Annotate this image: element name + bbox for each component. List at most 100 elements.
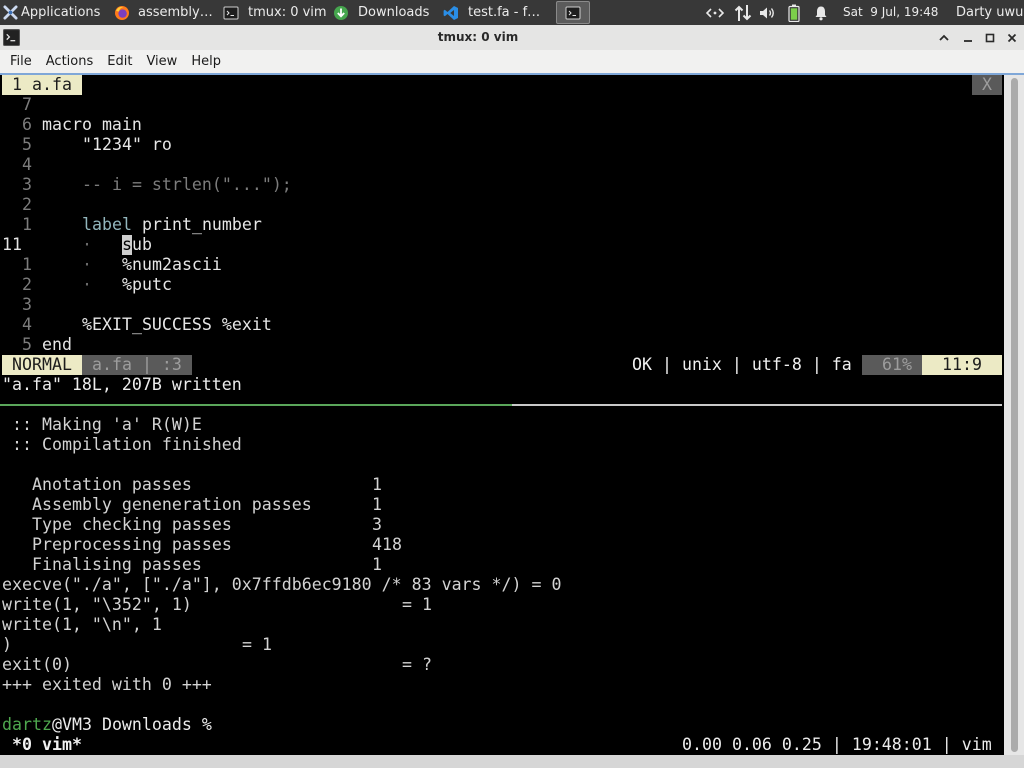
pass-count: 3 xyxy=(372,515,382,534)
task-button-terminal-active[interactable] xyxy=(556,1,590,24)
window-bottom-border xyxy=(0,755,1024,768)
xfce-logo-icon xyxy=(3,5,18,20)
strace-line: ) = 1 xyxy=(2,635,1002,655)
volume-indicator[interactable] xyxy=(759,0,779,25)
code-text: ub xyxy=(132,235,152,254)
notifications-indicator[interactable] xyxy=(813,0,831,25)
pane-border-inactive xyxy=(512,404,1002,406)
strace-line: write(1, "\n", 1 xyxy=(2,615,1002,635)
line-number: 2 xyxy=(22,195,32,214)
minimize-button[interactable] xyxy=(958,28,978,47)
build-message: :: Compilation finished xyxy=(12,435,242,454)
line-number: 3 xyxy=(22,295,32,314)
line-number: 1 xyxy=(22,255,32,274)
vim-line-current[interactable]: 11 · s ub xyxy=(2,235,1002,255)
syscall: execve("./a", ["./a"], 0x7ffdb6ec9180 /*… xyxy=(2,575,562,594)
vim-line[interactable]: 3 xyxy=(2,295,1002,315)
menu-file[interactable]: File xyxy=(3,50,39,73)
vim-line[interactable]: 1 · %num2ascii xyxy=(2,255,1002,275)
vim-line[interactable]: 2 · %putc xyxy=(2,275,1002,295)
vim-line[interactable]: 6 macro main xyxy=(2,115,1002,135)
indent-guide: · xyxy=(82,255,92,274)
terminal-icon xyxy=(223,6,239,19)
terminal-grid[interactable]: 1 a.fa X 7 6 macro main 5 "1234" ro 4 3 … xyxy=(0,75,1002,755)
network-indicator[interactable] xyxy=(705,0,727,25)
menu-actions[interactable]: Actions xyxy=(39,50,101,73)
menu-view[interactable]: View xyxy=(139,50,184,73)
menu-help[interactable]: Help xyxy=(184,50,228,73)
window-titlebar[interactable]: tmux: 0 vim xyxy=(0,25,1024,50)
syscall: exit(0) xyxy=(2,655,72,674)
code-text: print_number xyxy=(142,215,262,234)
task-button-downloads[interactable]: Downloads xyxy=(330,0,438,25)
panel-clock[interactable]: Sat 9 Jul, 19:48 xyxy=(843,0,938,25)
close-button[interactable] xyxy=(1002,28,1022,47)
menu-bar: File Actions Edit View Help xyxy=(0,50,1024,73)
line-number: 4 xyxy=(22,155,32,174)
pass-name: Anotation passes xyxy=(32,475,192,494)
pass-name: Assembly geneneration passes xyxy=(32,495,312,514)
code-comment: -- i = strlen("..."); xyxy=(82,175,292,194)
maximize-icon xyxy=(985,33,995,42)
code-keyword: label xyxy=(82,215,132,234)
vim-statusline: NORMAL a.fa | :3 OK | unix | utf-8 | fa … xyxy=(2,355,1002,375)
code-text: "1234" ro xyxy=(82,135,172,154)
prompt-user: dartz xyxy=(2,715,52,734)
vim-line[interactable]: 5 end xyxy=(2,335,1002,355)
panel-user-menu[interactable]: Darty uwu xyxy=(956,0,1023,25)
tmux-pane-border[interactable] xyxy=(0,395,1002,415)
vim-tabline: 1 a.fa X xyxy=(2,75,1002,95)
vim-mode: NORMAL xyxy=(2,355,82,375)
vim-line[interactable]: 4 %EXIT_SUCCESS %exit xyxy=(2,315,1002,335)
shade-button[interactable] xyxy=(934,28,954,47)
terminal-icon xyxy=(565,6,581,19)
vim-line[interactable]: 3 -- i = strlen("..."); xyxy=(2,175,1002,195)
prompt-host-dir: @VM3 Downloads % xyxy=(52,715,212,734)
syscall-result: = 1 xyxy=(242,635,272,654)
task-button-firefox[interactable]: assembly… xyxy=(110,0,218,25)
firefox-icon xyxy=(115,5,129,20)
maximize-button[interactable] xyxy=(980,28,1000,47)
task-button-terminal[interactable]: tmux: 0 vim xyxy=(220,0,328,25)
syscall-result: = ? xyxy=(402,655,432,674)
line-number: 3 xyxy=(22,175,32,194)
applications-menu-button[interactable]: Applications xyxy=(0,0,108,25)
battery-indicator[interactable] xyxy=(788,0,802,25)
window-title: tmux: 0 vim xyxy=(437,30,519,44)
line-number: 1 xyxy=(22,215,32,234)
transfer-indicator[interactable] xyxy=(733,0,755,25)
vim-line[interactable]: 2 xyxy=(2,195,1002,215)
vim-line[interactable]: 1 label print_number xyxy=(2,215,1002,235)
code-text: %EXIT_SUCCESS %exit xyxy=(82,315,272,334)
line-number: 7 xyxy=(22,95,32,114)
strace-line: write(1, "\352", 1) = 1 xyxy=(2,595,1002,615)
vim-line[interactable]: 7 xyxy=(2,95,1002,115)
pane-border-active xyxy=(0,404,512,406)
scrollbar-thumb[interactable] xyxy=(1011,78,1018,752)
vim-command-line[interactable]: "a.fa" 18L, 207B written xyxy=(2,375,1002,395)
vim-tab[interactable]: 1 a.fa xyxy=(2,75,82,95)
line-number: 4 xyxy=(22,315,32,334)
top-panel: Applications assembly… tmux: 0 vim Downl… xyxy=(0,0,1024,25)
tmux-window-tab[interactable]: *0 vim* xyxy=(12,735,82,755)
vim-line[interactable]: 5 "1234" ro xyxy=(2,135,1002,155)
task-button-vscode[interactable]: test.fa - f… xyxy=(440,0,550,25)
tmux-status-bar: *0 vim* 0.00 0.06 0.25 | 19:48:01 | vim xyxy=(2,735,1002,755)
pass-count: 1 xyxy=(372,495,382,514)
task-label: assembly… xyxy=(138,5,213,20)
terminal-viewport[interactable]: 1 a.fa X 7 6 macro main 5 "1234" ro 4 3 … xyxy=(0,75,1004,755)
terminal-scrollbar[interactable] xyxy=(1004,75,1024,755)
pass-stat-row: Anotation passes 1 xyxy=(2,475,1002,495)
transfer-arrows-icon xyxy=(734,4,752,21)
close-icon xyxy=(1007,33,1017,42)
code-text: %num2ascii xyxy=(122,255,222,274)
pass-name: Finalising passes xyxy=(32,555,202,574)
terminal-icon[interactable] xyxy=(3,29,20,46)
menu-edit[interactable]: Edit xyxy=(100,50,139,73)
shell-prompt[interactable]: dartz @VM3 Downloads % xyxy=(2,715,1002,735)
vim-file-info: a.fa | :3 xyxy=(82,355,192,375)
vim-line[interactable]: 4 xyxy=(2,155,1002,175)
strace-line: +++ exited with 0 +++ xyxy=(2,675,1002,695)
vim-tab-close-button[interactable]: X xyxy=(972,75,1002,95)
pass-stat-row: Finalising passes 1 xyxy=(2,555,1002,575)
